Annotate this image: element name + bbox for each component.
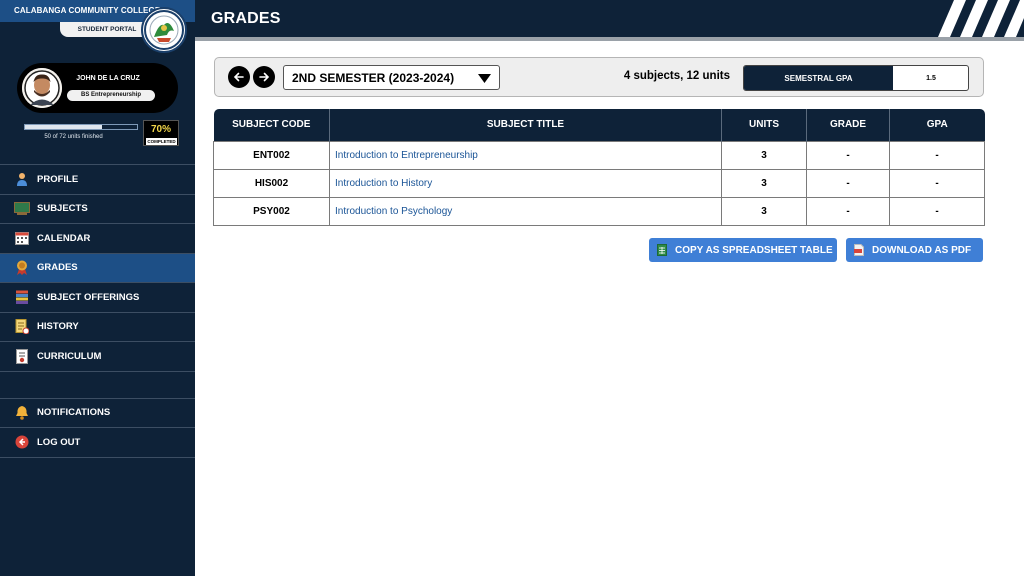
page-title: GRADES <box>211 10 281 27</box>
sidebar-item-profile[interactable]: PROFILE <box>0 164 195 194</box>
table-row: PSY002 Introduction to Psychology 3 - - <box>213 196 985 226</box>
subject-title-link[interactable]: Introduction to Psychology <box>329 196 722 226</box>
gpa-value: 1.5 <box>926 75 936 82</box>
sidebar-item-label: LOG OUT <box>37 436 81 448</box>
sidebar-item-label: NOTIFICATIONS <box>37 407 111 419</box>
sidebar-item-subject-offerings[interactable]: SUBJECT OFFERINGS <box>0 282 195 312</box>
subject-code: PSY002 <box>213 196 330 226</box>
sidebar-item-grades[interactable]: GRADES <box>0 252 195 282</box>
next-semester-button[interactable] <box>253 66 275 88</box>
user-card[interactable]: JOHN DE LA CRUZ BS Entrepreneurship <box>17 63 178 113</box>
user-name: JOHN DE LA CRUZ <box>76 75 140 82</box>
spreadsheet-icon <box>657 244 667 256</box>
table-header-row: SUBJECT CODE SUBJECT TITLE UNITS GRADE G… <box>213 109 985 141</box>
caret-down-icon <box>478 74 491 83</box>
semester-toolbar: 2ND SEMESTER (2023-2024) 4 subjects, 12 … <box>214 57 984 97</box>
subject-gpa: - <box>889 168 985 198</box>
semester-summary: 4 subjects, 12 units <box>623 70 730 82</box>
grades-table: SUBJECT CODE SUBJECT TITLE UNITS GRADE G… <box>213 109 985 226</box>
column-header-grade: GRADE <box>806 109 890 141</box>
history-icon <box>14 319 30 335</box>
column-header-title: SUBJECT TITLE <box>329 109 722 141</box>
subjects-icon <box>14 201 30 217</box>
units-progress-bar <box>24 124 138 130</box>
logout-icon <box>14 434 30 450</box>
sidebar-item-log-out[interactable]: LOG OUT <box>0 427 195 457</box>
grades-icon <box>14 260 30 276</box>
sidebar-item-label: HISTORY <box>37 321 79 333</box>
table-row: HIS002 Introduction to History 3 - - <box>213 168 985 198</box>
subject-grade: - <box>806 140 890 170</box>
sidebar-item-curriculum[interactable]: CURRICULUM <box>0 341 195 371</box>
column-header-units: UNITS <box>721 109 807 141</box>
subject-units: 3 <box>721 196 807 226</box>
header-rule <box>195 37 1024 41</box>
table-row: ENT002 Introduction to Entrepreneurship … <box>213 140 985 170</box>
completion-badge: 70% COMPLETED <box>143 120 179 146</box>
arrow-left-icon <box>233 72 244 82</box>
subject-grade: - <box>806 196 890 226</box>
sidebar-item-label: CURRICULUM <box>37 350 102 362</box>
sidebar-item-label: GRADES <box>37 262 78 274</box>
subject-gpa: - <box>889 140 985 170</box>
calendar-icon <box>14 230 30 246</box>
college-logo <box>141 7 187 53</box>
header-stripes <box>938 0 1024 37</box>
sidebar-item-calendar[interactable]: CALENDAR <box>0 223 195 253</box>
download-pdf-button[interactable]: DOWNLOAD AS PDF <box>846 238 983 262</box>
subject-title-link[interactable]: Introduction to History <box>329 168 722 198</box>
avatar <box>22 68 62 108</box>
units-progress-fill <box>25 125 103 129</box>
column-header-code: SUBJECT CODE <box>213 109 330 141</box>
subject-code: HIS002 <box>213 168 330 198</box>
sidebar-item-subjects[interactable]: SUBJECTS <box>0 193 195 224</box>
semester-select[interactable]: 2ND SEMESTER (2023-2024) <box>283 65 500 90</box>
page-header: GRADES <box>195 0 1024 37</box>
completion-percent: 70% <box>150 124 171 135</box>
subject-title-link[interactable]: Introduction to Entrepreneurship <box>329 140 722 170</box>
sidebar-item-label: SUBJECTS <box>37 203 88 215</box>
completion-label: COMPLETED <box>146 138 177 145</box>
bell-icon <box>14 405 30 421</box>
semester-select-value: 2ND SEMESTER (2023-2024) <box>292 71 455 85</box>
nav-divider <box>0 370 195 398</box>
gpa-label: SEMESTRAL GPA <box>744 66 893 90</box>
pdf-file-icon <box>854 244 864 256</box>
copy-spreadsheet-label: COPY AS SPREADSHEET TABLE <box>675 244 833 256</box>
subject-gpa: - <box>889 196 985 226</box>
sidebar-nav: PROFILE SUBJECTS CALENDAR GRADES SUBJECT… <box>0 164 195 458</box>
sidebar-item-label: PROFILE <box>37 173 79 185</box>
column-header-gpa: GPA <box>889 109 985 141</box>
arrow-right-icon <box>259 72 270 82</box>
subject-code: ENT002 <box>213 140 330 170</box>
prev-semester-button[interactable] <box>228 66 250 88</box>
user-program: BS Entrepreneurship <box>67 90 155 101</box>
sidebar-item-label: CALENDAR <box>37 232 91 244</box>
sidebar-item-label: SUBJECT OFFERINGS <box>37 291 140 303</box>
semestral-gpa: SEMESTRAL GPA 1.5 <box>743 65 969 91</box>
download-pdf-label: DOWNLOAD AS PDF <box>872 244 972 256</box>
nav-divider <box>0 456 195 458</box>
portal-label: STUDENT PORTAL <box>60 22 154 37</box>
subject-grade: - <box>806 168 890 198</box>
sidebar: CALABANGA COMMUNITY COLLEGE STUDENT PORT… <box>0 0 195 576</box>
subject-units: 3 <box>721 168 807 198</box>
curriculum-icon <box>14 348 30 364</box>
copy-spreadsheet-button[interactable]: COPY AS SPREADSHEET TABLE <box>649 238 837 262</box>
offerings-icon <box>14 289 30 305</box>
college-name: CALABANGA COMMUNITY COLLEGE <box>14 6 161 15</box>
profile-icon <box>14 171 30 187</box>
sidebar-item-history[interactable]: HISTORY <box>0 311 195 342</box>
app-root: CALABANGA COMMUNITY COLLEGE STUDENT PORT… <box>0 0 1024 576</box>
units-progress-caption: 50 of 72 units finished <box>44 134 103 140</box>
subject-units: 3 <box>721 140 807 170</box>
sidebar-item-notifications[interactable]: NOTIFICATIONS <box>0 397 195 428</box>
